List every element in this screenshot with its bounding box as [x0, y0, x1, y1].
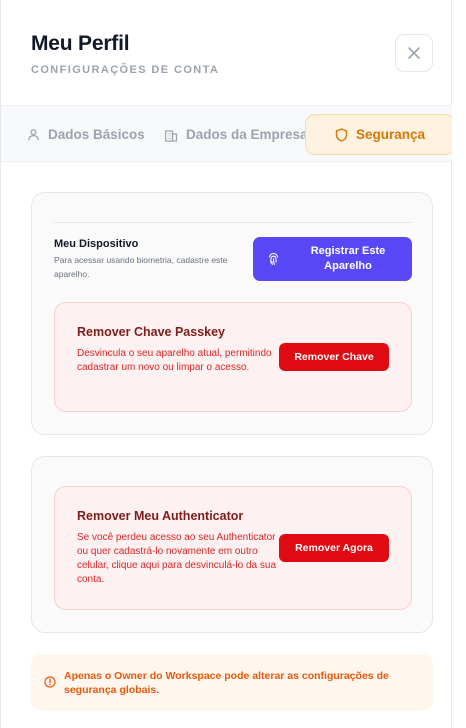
authenticator-title: Remover Meu Authenticator: [77, 509, 244, 523]
close-button[interactable]: [395, 34, 433, 72]
owner-notice: Apenas o Owner do Workspace pode alterar…: [31, 654, 433, 711]
user-icon: [28, 129, 39, 141]
building-icon: [164, 129, 178, 142]
window-edge: [452, 0, 466, 728]
divider: [54, 222, 412, 223]
tab-label: Segurança: [355, 127, 426, 142]
tab-label: Dados Básicos: [48, 127, 145, 142]
register-device-label: Registrar Este Aparelho: [310, 245, 386, 272]
passkey-title: Remover Chave Passkey: [77, 325, 226, 339]
fingerprint-icon: [268, 252, 279, 266]
page-subtitle: CONFIGURAÇÕES DE CONTA: [31, 64, 220, 76]
shield-icon: [335, 127, 348, 142]
profile-panel: Meu Perfil CONFIGURAÇÕES DE CONTA Dados …: [0, 0, 455, 728]
tab-label: Dados da Empresa: [186, 127, 308, 142]
passkey-danger-box: Remover Chave Passkey Desvincula o seu a…: [54, 302, 412, 412]
authenticator-card: Remover Meu Authenticator Se você perdeu…: [31, 456, 433, 633]
panel-header: Meu Perfil CONFIGURAÇÕES DE CONTA: [1, 0, 453, 106]
tab-company-data[interactable]: Dados da Empresa: [164, 114, 308, 155]
register-device-button[interactable]: Registrar Este Aparelho: [253, 237, 412, 281]
authenticator-description: Se você perdeu acesso ao seu Authenticat…: [77, 532, 277, 585]
tab-basic-data[interactable]: Dados Básicos: [27, 114, 145, 155]
passkey-description: Desvincula o seu aparelho atual, permiti…: [77, 348, 272, 373]
tab-security[interactable]: Segurança: [305, 114, 455, 155]
device-card: Meu Dispositivo Para acessar usando biom…: [31, 192, 433, 435]
info-icon: [44, 676, 56, 688]
tab-bar: Dados Básicos Dados da Empresa Segurança: [1, 106, 455, 162]
remove-passkey-button[interactable]: Remover Chave: [279, 343, 389, 371]
remove-authenticator-button[interactable]: Remover Agora: [279, 534, 389, 562]
device-title: Meu Dispositivo: [54, 238, 139, 250]
close-icon: [408, 47, 420, 59]
authenticator-danger-box: Remover Meu Authenticator Se você perdeu…: [54, 486, 412, 610]
notice-text: Apenas o Owner do Workspace pode alterar…: [64, 670, 389, 696]
device-description: Para acessar usando biometria, cadastre …: [54, 255, 228, 279]
page-title: Meu Perfil: [31, 32, 130, 55]
